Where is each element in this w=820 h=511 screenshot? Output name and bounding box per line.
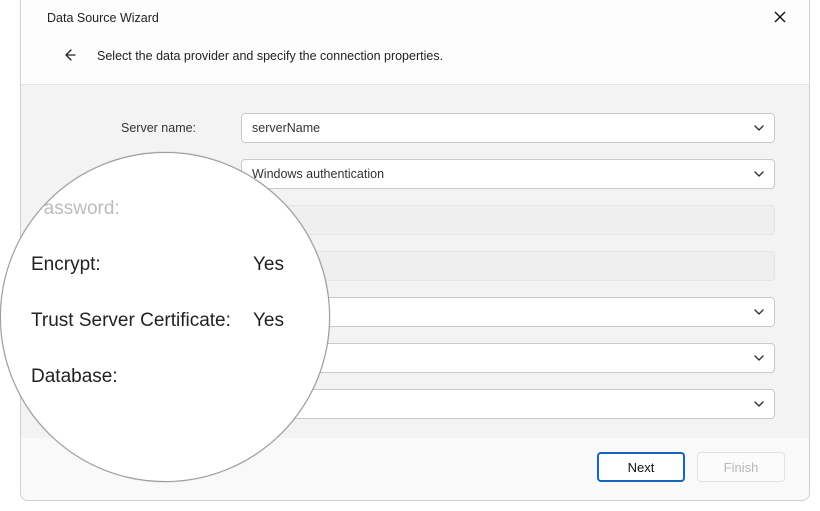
- close-icon: [774, 11, 786, 26]
- back-button[interactable]: [59, 46, 79, 66]
- instruction-bar: Select the data provider and specify the…: [21, 36, 809, 85]
- next-button[interactable]: Next: [597, 452, 685, 482]
- lens-row-password: Password:: [31, 181, 305, 237]
- server-name-label: Server name:: [121, 121, 241, 135]
- server-name-field[interactable]: serverName: [241, 113, 775, 143]
- lens-row-database: Database:: [31, 349, 305, 405]
- lens-trust-label: Trust Server Certificate:: [31, 310, 231, 332]
- arrow-left-icon: [62, 48, 76, 65]
- lens-row-encrypt: Encrypt: Yes: [31, 237, 305, 293]
- lens-password-label: Password:: [31, 198, 120, 220]
- lens-content: Password: Encrypt: Yes Trust Server Cert…: [1, 153, 329, 481]
- window-title: Data Source Wizard: [47, 11, 159, 25]
- lens-trust-value: Yes: [245, 310, 305, 332]
- lens-database-label: Database:: [31, 366, 118, 388]
- magnifier-lens: Password: Encrypt: Yes Trust Server Cert…: [0, 152, 330, 482]
- server-name-value: serverName: [241, 113, 775, 143]
- close-button[interactable]: [765, 6, 795, 30]
- instruction-text: Select the data provider and specify the…: [97, 49, 443, 63]
- lens-row-trust: Trust Server Certificate: Yes: [31, 293, 305, 349]
- row-server-name: Server name: serverName: [121, 113, 775, 143]
- finish-button: Finish: [697, 452, 785, 482]
- lens-encrypt-label: Encrypt:: [31, 254, 101, 276]
- lens-encrypt-value: Yes: [245, 254, 305, 276]
- titlebar: Data Source Wizard: [21, 0, 809, 36]
